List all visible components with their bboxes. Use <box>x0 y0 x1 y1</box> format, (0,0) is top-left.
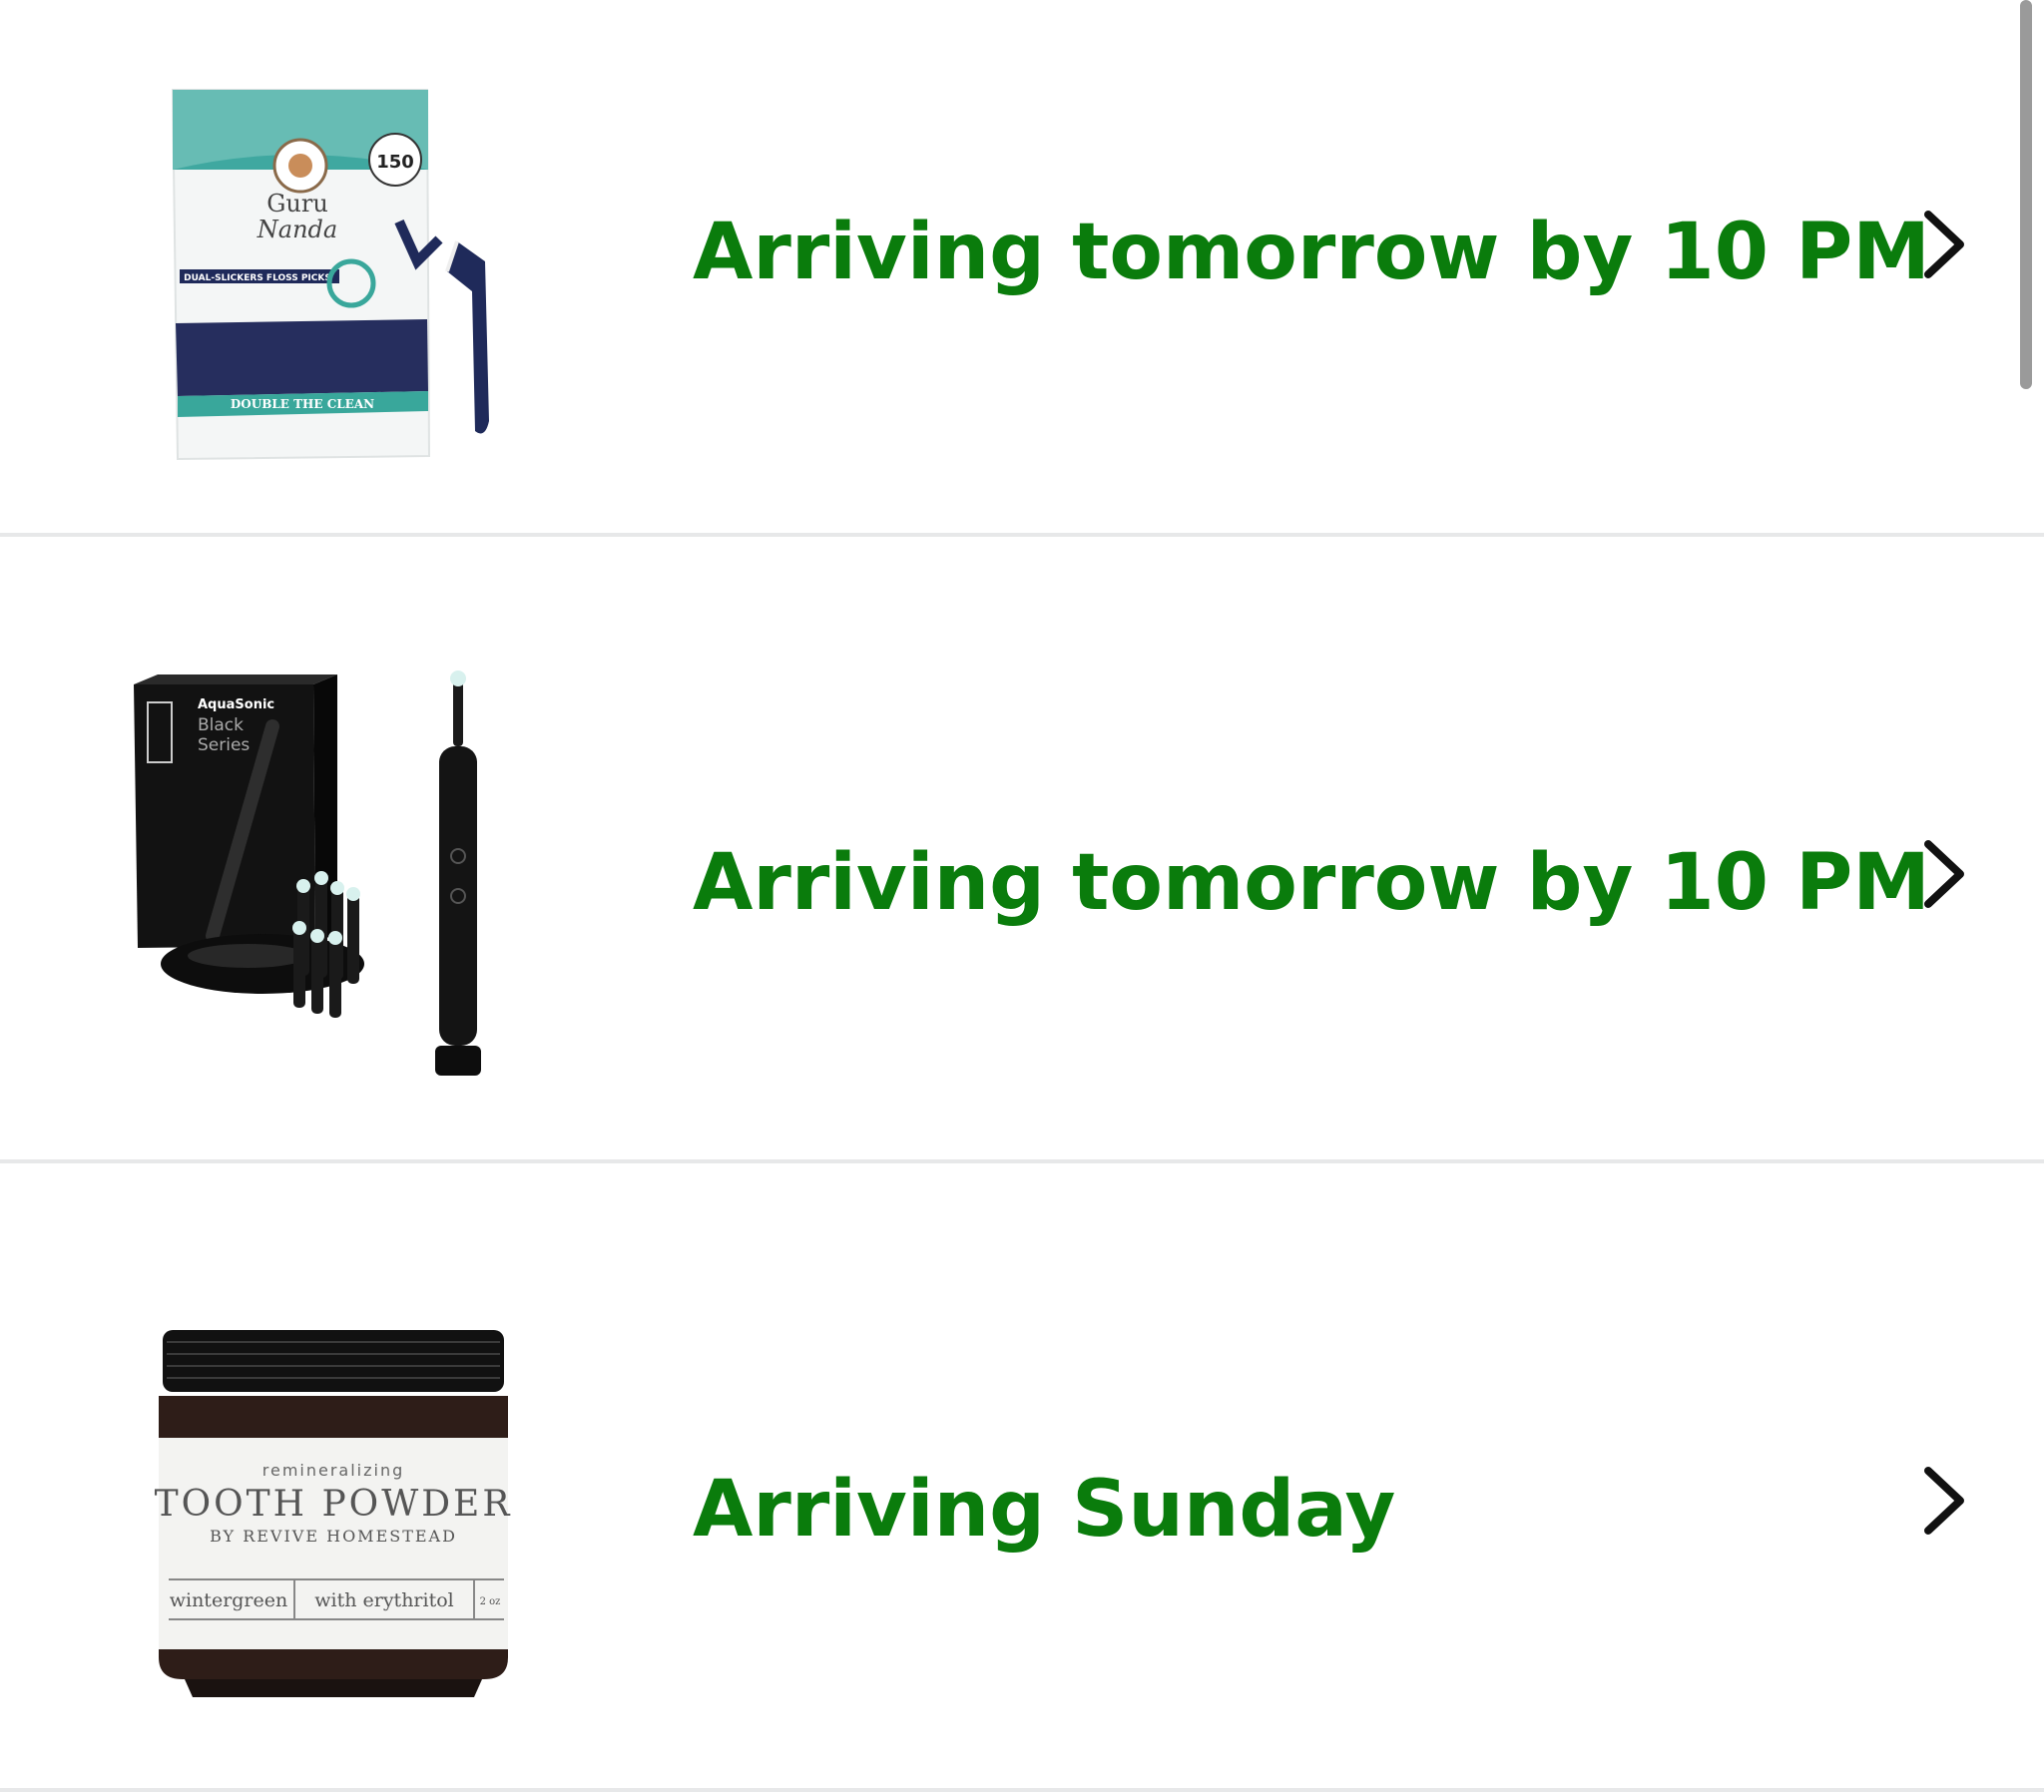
box-brand-text: AquaSonic <box>198 697 274 712</box>
badge-count-text: 150 <box>376 152 414 173</box>
order-row-1[interactable]: 150 Guru Nanda DUAL-SLICKERS FLOSS PICKS… <box>0 0 2044 535</box>
jar-flavor-text: wintergreen <box>170 1589 288 1611</box>
chevron-right-icon[interactable] <box>1914 834 1974 914</box>
delivery-status: Arriving tomorrow by 10 PM <box>693 838 1930 928</box>
jar-title-text: TOOTH POWDER <box>155 1484 513 1525</box>
scrollbar[interactable] <box>1996 0 2044 1792</box>
order-row-2[interactable]: AquaSonic Black Series Arriving tomorrow… <box>0 537 2044 1163</box>
chevron-right-icon[interactable] <box>1914 205 1974 284</box>
jar-feature-text: with erythritol <box>314 1589 454 1611</box>
box-line2-text: Series <box>198 735 250 755</box>
box-line1-text: Black <box>198 715 244 735</box>
product-image-toothbrush: AquaSonic Black Series <box>118 667 557 1106</box>
jar-top-text: remineralizing <box>262 1461 405 1480</box>
divider <box>0 1788 2044 1792</box>
subline-text: DUAL-SLICKERS FLOSS PICKS <box>184 273 331 283</box>
order-row-3[interactable]: remineralizing TOOTH POWDER BY REVIVE HO… <box>0 1163 2044 1788</box>
brand-line2-text: Nanda <box>256 216 337 243</box>
delivery-status: Arriving tomorrow by 10 PM <box>693 208 1930 297</box>
orders-list: 150 Guru Nanda DUAL-SLICKERS FLOSS PICKS… <box>0 0 2044 1792</box>
delivery-status: Arriving Sunday <box>693 1465 1396 1555</box>
chevron-right-icon[interactable] <box>1914 1461 1974 1541</box>
product-image-tooth-powder: remineralizing TOOTH POWDER BY REVIVE HO… <box>125 1318 544 1757</box>
product-image-floss-picks: 150 Guru Nanda DUAL-SLICKERS FLOSS PICKS… <box>118 62 557 501</box>
scrollbar-thumb[interactable] <box>2020 0 2032 389</box>
jar-maker-text: BY REVIVE HOMESTEAD <box>210 1527 457 1546</box>
tagline-text: DOUBLE THE CLEAN <box>231 397 374 411</box>
jar-size-text: 2 oz <box>480 1596 501 1607</box>
brand-line1-text: Guru <box>266 190 328 218</box>
